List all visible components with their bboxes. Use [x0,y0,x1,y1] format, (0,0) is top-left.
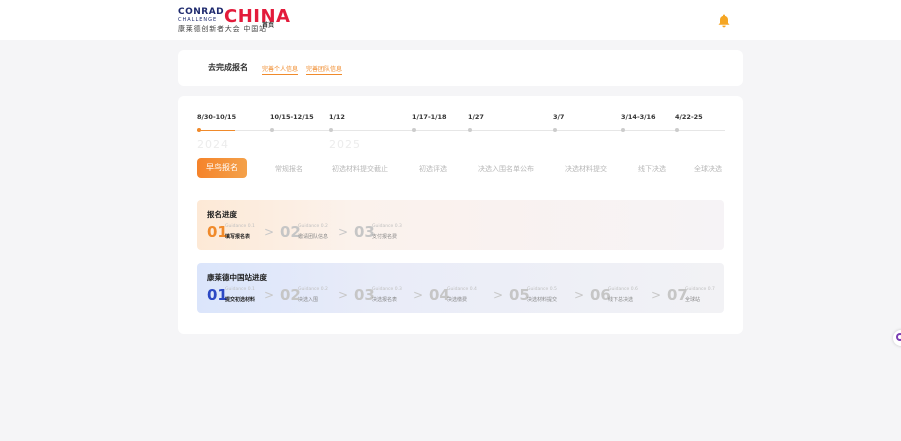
timeline-date: 4/22-25 [675,113,703,121]
complete-signup-title: 去完成报名 [208,63,248,72]
chevron-right-icon: > [264,225,275,239]
timeline-year: 2024 [197,138,229,151]
complete-signup-card: 去完成报名 完善个人信息 完善团队信息 [178,50,743,86]
step-guidance: Guidance 0.1 [225,287,255,292]
china-progress-title: 康莱德中国站进度 [207,273,267,282]
timeline-dot [270,128,274,132]
step-name[interactable]: 决选入围 [298,296,318,303]
chevron-right-icon: > [574,288,585,302]
schedule-card: 8/30-10/15 10/15-12/15 1/12 1/17-1/18 1/… [178,96,743,334]
timeline-track [197,130,725,131]
side-float-tab[interactable] [893,330,901,346]
chevron-right-icon: > [264,288,275,302]
step-name[interactable]: 决选缴费 [447,296,467,303]
logo-challenge-text: CHALLENGE [178,17,218,23]
logo-conrad-text: CONRAD [178,7,225,17]
timeline-dot [468,128,472,132]
step-guidance: Guidance 0.3 [372,287,402,292]
stage-preliminary-deadline[interactable]: 初选材料提交截止 [332,164,388,174]
timeline-dot [553,128,557,132]
step-name[interactable]: 决选报名表 [372,296,397,303]
step-guidance: Guidance 0.3 [372,224,402,229]
logo-subtitle: 康莱德创新者大会 中国站 [178,25,267,33]
step-guidance: Guidance 0.2 [298,287,328,292]
chevron-right-icon: > [338,225,349,239]
nav-home-link[interactable]: 首页 [262,20,274,29]
step-name[interactable]: 决选材料提交 [527,296,557,303]
step-name[interactable]: 线下总决选 [608,296,633,303]
timeline-dot [675,128,679,132]
stage-final-materials[interactable]: 决选材料提交 [565,164,607,174]
timeline-date: 1/27 [468,113,484,121]
timeline-dot [329,128,333,132]
china-station-progress-panel: 康莱德中国站进度 01 Guidance 0.1 提交初选材料 > 02 Gui… [197,263,724,313]
step-guidance: Guidance 0.5 [527,287,557,292]
side-tab-icon [896,333,901,341]
timeline-year: 2025 [329,138,361,151]
step-name[interactable]: 提交初选材料 [225,296,255,303]
stage-offline-final[interactable]: 线下决选 [638,164,666,174]
stage-early-bird-active[interactable]: 早鸟报名 [197,158,247,178]
logo-china-text: CHINA [224,6,291,27]
timeline-dot [412,128,416,132]
timeline-date: 8/30-10/15 [197,113,237,121]
step-guidance: Guidance 0.4 [447,287,477,292]
signup-progress-panel: 报名进度 01 Guidance 0.1 填写报名表 > 02 Guidance… [197,200,724,250]
chevron-right-icon: > [413,288,424,302]
step-guidance: Guidance 0.6 [608,287,638,292]
stage-finalist-announce[interactable]: 决选入围名单公布 [478,164,534,174]
stage-global-final[interactable]: 全球决选 [694,164,722,174]
step-name[interactable]: 全球站 [685,296,700,303]
top-header: CONRAD CHALLENGE CHINA 康莱德创新者大会 中国站 首页 [0,0,901,40]
timeline-date: 3/14-3/16 [621,113,656,121]
complete-personal-info-link[interactable]: 完善个人信息 [262,64,299,75]
timeline-date: 10/15-12/15 [270,113,314,121]
timeline-date: 3/7 [553,113,565,121]
signup-progress-title: 报名进度 [207,210,237,219]
step-guidance: Guidance 0.7 [685,287,715,292]
chevron-right-icon: > [493,288,504,302]
complete-team-info-link[interactable]: 完善团队信息 [306,64,343,75]
timeline-date: 1/12 [329,113,345,121]
stage-preliminary-review[interactable]: 初选评选 [419,164,447,174]
timeline-active-segment [197,129,235,131]
step-name[interactable]: 填写报名表 [225,233,250,240]
timeline-dot [621,128,625,132]
bell-icon[interactable] [718,14,730,28]
step-name[interactable]: 邀请团队信息 [298,233,328,240]
step-guidance: Guidance 0.2 [298,224,328,229]
chevron-right-icon: > [338,288,349,302]
stage-regular-signup[interactable]: 常规报名 [275,164,303,174]
timeline-date: 1/17-1/18 [412,113,447,121]
step-guidance: Guidance 0.1 [225,224,255,229]
timeline-dot [197,128,201,132]
chevron-right-icon: > [651,288,662,302]
step-name[interactable]: 支付报名费 [372,233,397,240]
